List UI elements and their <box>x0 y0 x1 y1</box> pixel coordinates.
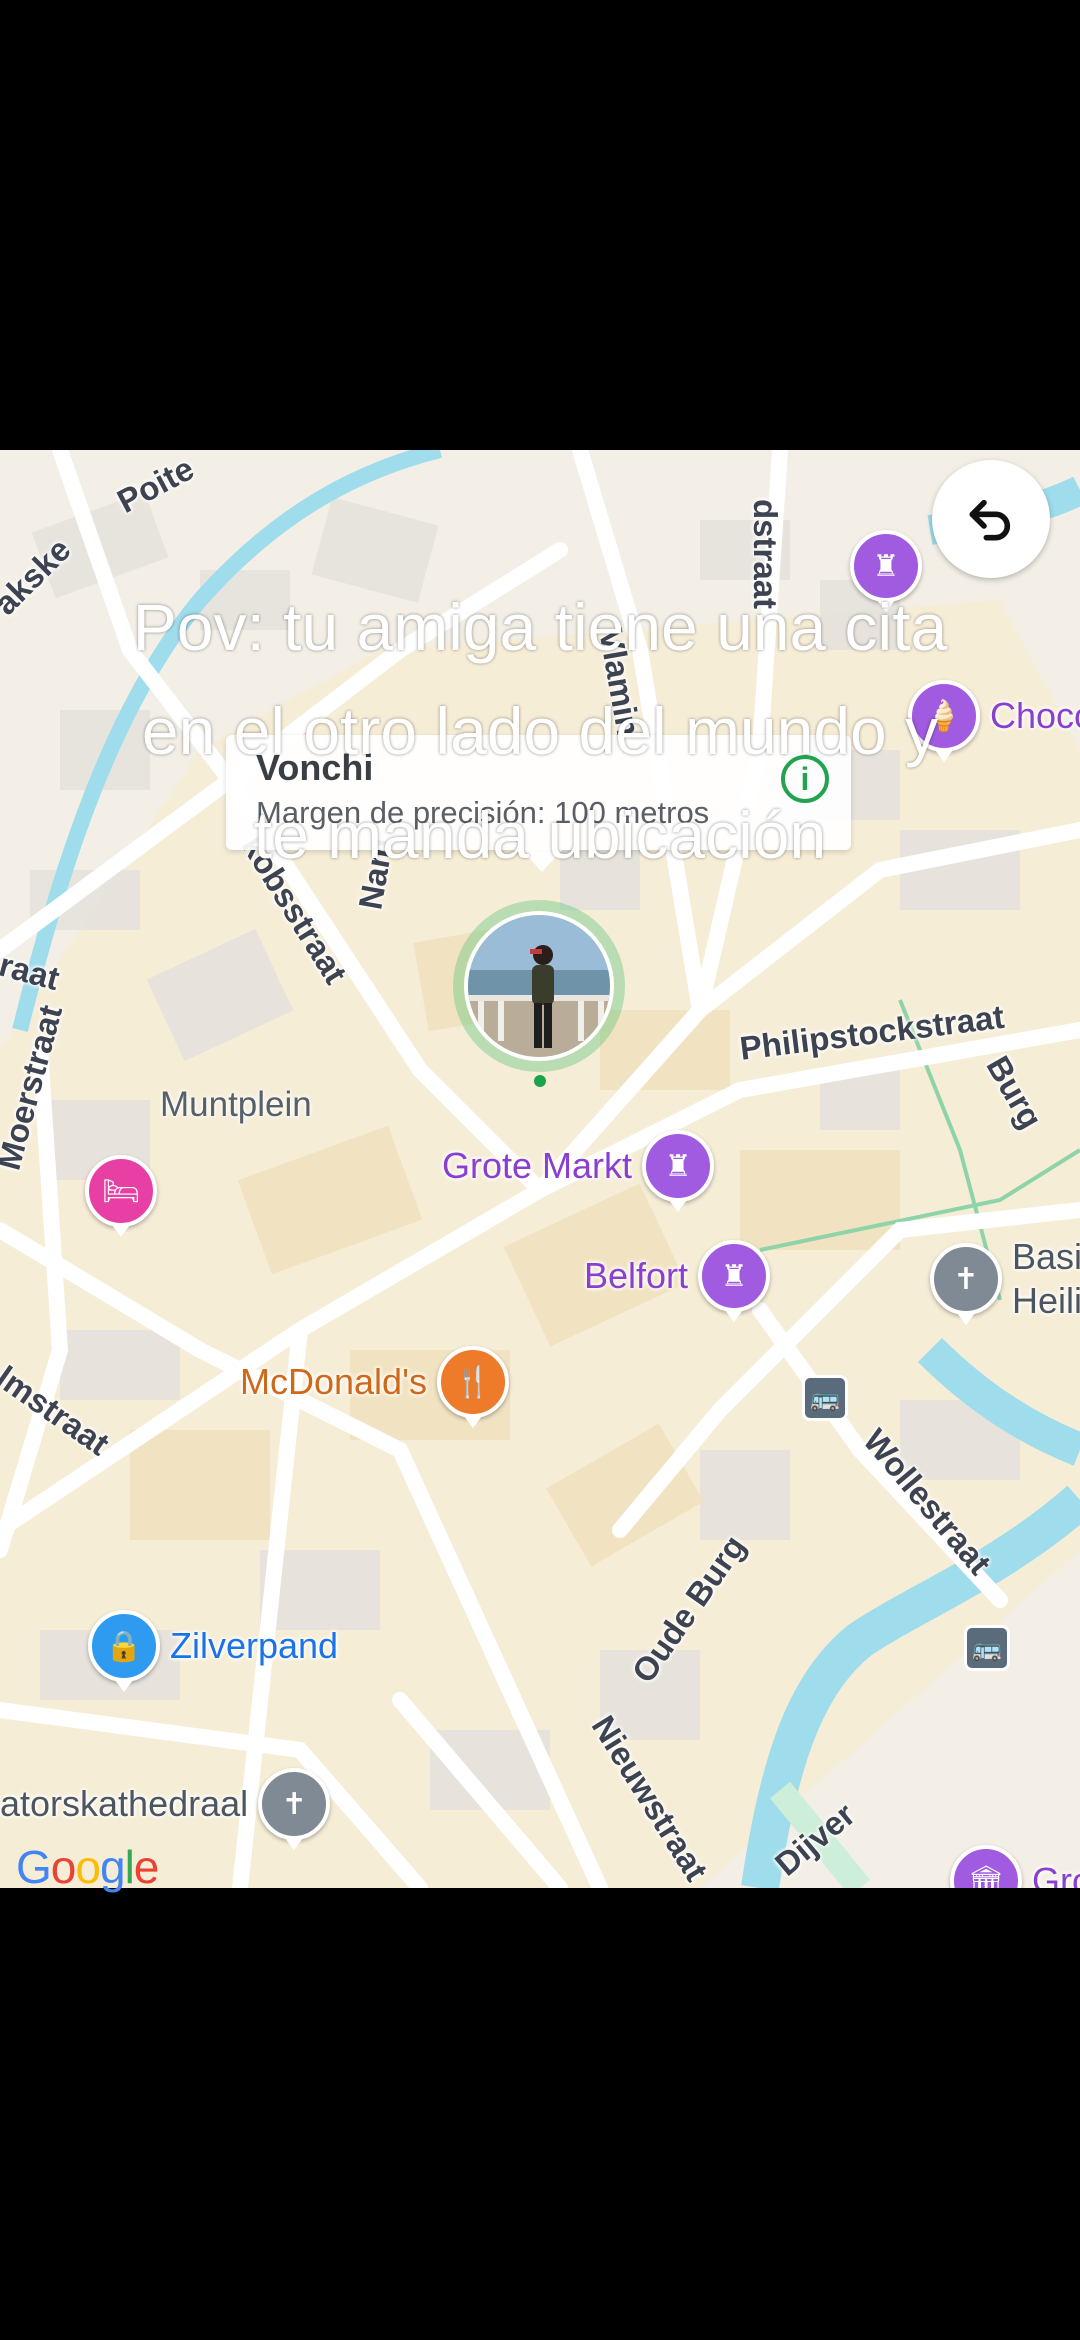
back-button[interactable] <box>932 460 1050 578</box>
poi-label: Gro <box>1032 1860 1080 1888</box>
cross-icon: ✝ <box>930 1243 1002 1325</box>
poi-kathedraal[interactable]: atorskathedraal ✝ <box>0 1768 331 1850</box>
poi-label: Grote Markt <box>442 1145 633 1186</box>
location-dot <box>534 1075 546 1087</box>
poi-label: Zilverpand <box>170 1625 339 1666</box>
google-logo: Google <box>16 1841 159 1893</box>
bus-stop-icon[interactable]: 🚌 <box>964 1625 1010 1671</box>
poi-grote-markt[interactable]: Grote Markt ♜ <box>432 1130 715 1212</box>
caption-line: en el otro lado del mundo y <box>141 694 939 768</box>
poi-zilverpand[interactable]: 🔒 Zilverpand <box>88 1610 348 1692</box>
poi-label: McDonald's <box>240 1361 427 1402</box>
avatar <box>464 911 614 1061</box>
poi-label: Heili <box>1012 1280 1080 1321</box>
poi-belfort[interactable]: Belfort ♜ <box>574 1240 771 1322</box>
bus-stop-icon[interactable]: 🚌 <box>802 1375 848 1421</box>
caption-overlay: Pov: tu amiga tiene una cita en el otro … <box>0 575 1080 887</box>
museum-icon: 🏛 <box>950 1845 1022 1888</box>
fork-knife-icon: 🍴 <box>436 1346 509 1428</box>
tower-icon: ♜ <box>642 1130 715 1212</box>
poi-mcdonalds[interactable]: McDonald's 🍴 <box>230 1346 509 1428</box>
poi-hotel[interactable]: 🛏 <box>85 1155 157 1237</box>
poi-label: Basi <box>1012 1236 1080 1277</box>
area-label: Muntplein <box>160 1085 312 1124</box>
tower-icon: ♜ <box>698 1240 771 1322</box>
undo-icon <box>969 499 1011 541</box>
cross-icon: ✝ <box>258 1768 331 1850</box>
poi-label: Belfort <box>584 1255 689 1296</box>
shopping-bag-icon: 🔒 <box>88 1610 160 1692</box>
poi-label: atorskathedraal <box>0 1783 249 1824</box>
bed-icon: 🛏 <box>85 1155 157 1237</box>
location-marker[interactable] <box>453 900 625 1072</box>
caption-line: Pov: tu amiga tiene una cita <box>132 590 948 664</box>
poi-basiliek[interactable]: ✝ Basi Heili <box>930 1235 1080 1325</box>
caption-line: te manda ubicación <box>253 798 827 872</box>
poi-groeninge[interactable]: 🏛 Gro <box>950 1845 1080 1888</box>
